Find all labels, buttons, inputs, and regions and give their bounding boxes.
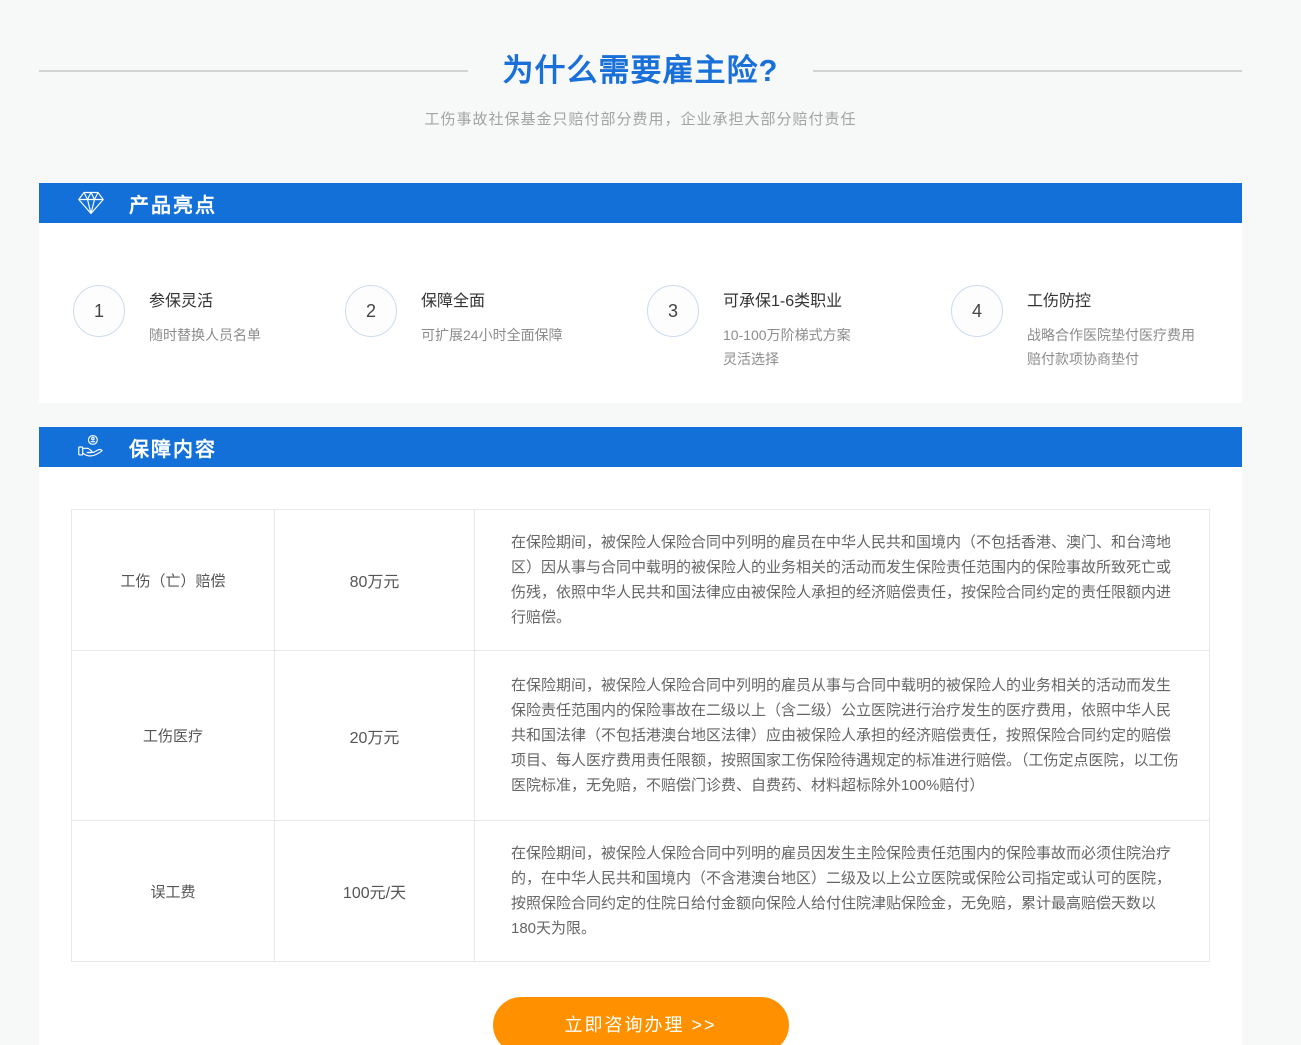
title-decor-line-right	[813, 70, 1242, 72]
title-decor-line-left	[39, 70, 468, 72]
page-content: 为什么需要雇主险? 工伤事故社保基金只赔付部分费用，企业承担大部分赔付责任 产品…	[39, 0, 1242, 1045]
table-row: 工伤（亡）赔偿 80万元 在保险期间，被保险人保险合同中列明的雇员在中华人民共和…	[72, 510, 1210, 651]
feature-number-badge: 4	[951, 285, 1003, 337]
coverage-item-name: 误工费	[72, 821, 275, 962]
highlights-box: 1 参保灵活 随时替换人员名单 2 保障全面 可扩展24小时全面保障 3 可承保…	[39, 223, 1242, 403]
section-header: 为什么需要雇主险? 工伤事故社保基金只赔付部分费用，企业承担大部分赔付责任	[39, 0, 1242, 129]
diamond-icon	[77, 189, 107, 217]
feature-title: 可承保1-6类职业	[723, 287, 851, 311]
section-gap	[39, 403, 1242, 427]
table-row: 工伤医疗 20万元 在保险期间，被保险人保险合同中列明的雇员从事与合同中载明的被…	[72, 651, 1210, 821]
feature-text: 保障全面 可扩展24小时全面保障	[421, 285, 563, 347]
coverage-amount: 20万元	[275, 651, 475, 821]
feature-number-badge: 1	[73, 285, 125, 337]
feature-item-3: 3 可承保1-6类职业 10-100万阶梯式方案 灵活选择	[647, 285, 951, 403]
feature-number-badge: 2	[345, 285, 397, 337]
feature-desc-line: 随时替换人员名单	[149, 323, 261, 347]
table-row: 误工费 100元/天 在保险期间，被保险人保险合同中列明的雇员因发生主险保险责任…	[72, 821, 1210, 962]
feature-title: 保障全面	[421, 287, 563, 311]
coverage-description: 在保险期间，被保险人保险合同中列明的雇员从事与合同中载明的被保险人的业务相关的活…	[475, 651, 1210, 821]
feature-description: 可扩展24小时全面保障	[421, 323, 563, 347]
coverage-description: 在保险期间，被保险人保险合同中列明的雇员因发生主险保险责任范围内的保险事故而必须…	[475, 821, 1210, 962]
coverage-amount: 100元/天	[275, 821, 475, 962]
feature-item-4: 4 工伤防控 战略合作医院垫付医疗费用 赔付款项协商垫付	[951, 285, 1242, 403]
coverage-banner-label: 保障内容	[129, 433, 217, 462]
feature-desc-line: 战略合作医院垫付医疗费用	[1027, 323, 1195, 347]
hand-coin-icon	[77, 433, 107, 461]
feature-text: 可承保1-6类职业 10-100万阶梯式方案 灵活选择	[723, 285, 851, 371]
feature-description: 战略合作医院垫付医疗费用 赔付款项协商垫付	[1027, 323, 1195, 371]
highlights-banner: 产品亮点	[39, 183, 1242, 223]
feature-description: 随时替换人员名单	[149, 323, 261, 347]
feature-title: 工伤防控	[1027, 287, 1195, 311]
consult-now-button[interactable]: 立即咨询办理 >>	[493, 997, 789, 1045]
feature-text: 工伤防控 战略合作医院垫付医疗费用 赔付款项协商垫付	[1027, 285, 1195, 371]
feature-desc-line: 灵活选择	[723, 347, 851, 371]
coverage-table: 工伤（亡）赔偿 80万元 在保险期间，被保险人保险合同中列明的雇员在中华人民共和…	[71, 509, 1210, 962]
title-row: 为什么需要雇主险?	[39, 50, 1242, 92]
feature-description: 10-100万阶梯式方案 灵活选择	[723, 323, 851, 371]
highlights-banner-label: 产品亮点	[129, 189, 217, 218]
coverage-box: 工伤（亡）赔偿 80万元 在保险期间，被保险人保险合同中列明的雇员在中华人民共和…	[39, 467, 1242, 1045]
coverage-description: 在保险期间，被保险人保险合同中列明的雇员在中华人民共和国境内（不包括香港、澳门、…	[475, 510, 1210, 651]
page-title: 为什么需要雇主险?	[503, 50, 779, 92]
coverage-amount: 80万元	[275, 510, 475, 651]
feature-title: 参保灵活	[149, 287, 261, 311]
feature-item-2: 2 保障全面 可扩展24小时全面保障	[345, 285, 647, 403]
feature-desc-line: 10-100万阶梯式方案	[723, 323, 851, 347]
feature-item-1: 1 参保灵活 随时替换人员名单	[73, 285, 345, 403]
feature-desc-line: 赔付款项协商垫付	[1027, 347, 1195, 371]
coverage-item-name: 工伤（亡）赔偿	[72, 510, 275, 651]
coverage-banner: 保障内容	[39, 427, 1242, 467]
coverage-item-name: 工伤医疗	[72, 651, 275, 821]
feature-number-badge: 3	[647, 285, 699, 337]
page-subtitle: 工伤事故社保基金只赔付部分费用，企业承担大部分赔付责任	[39, 108, 1242, 129]
feature-desc-line: 可扩展24小时全面保障	[421, 323, 563, 347]
feature-text: 参保灵活 随时替换人员名单	[149, 285, 261, 347]
